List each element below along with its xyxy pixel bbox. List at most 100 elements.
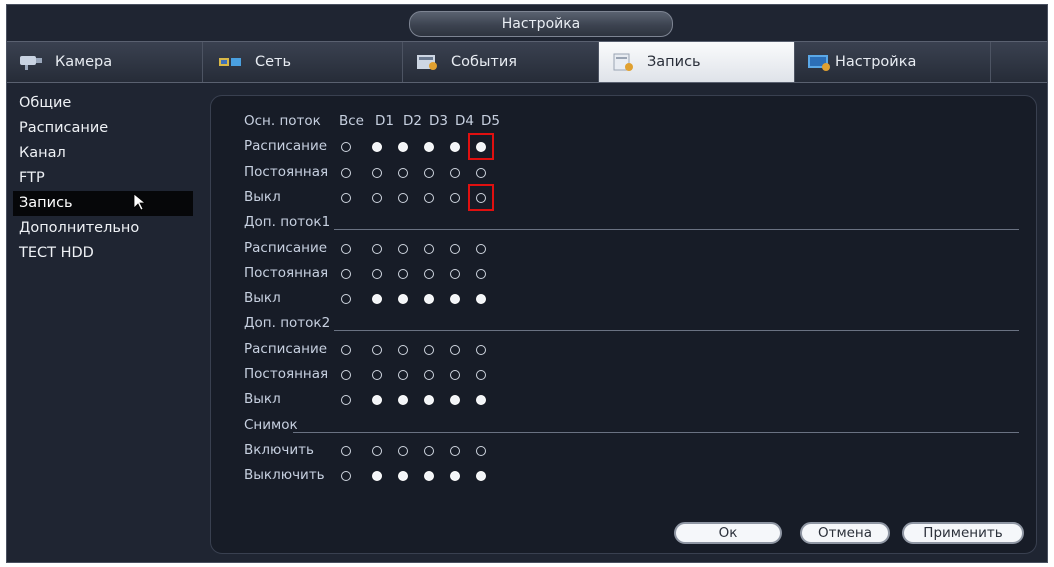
radio-button[interactable]: [424, 167, 434, 178]
radio-button[interactable]: [341, 167, 351, 178]
radio-button[interactable]: [341, 344, 351, 355]
radio-button[interactable]: [372, 142, 382, 153]
radio-button[interactable]: [424, 142, 434, 153]
radio-button[interactable]: [424, 395, 434, 406]
radio-button[interactable]: [424, 243, 434, 254]
apply-button[interactable]: Применить: [902, 522, 1024, 544]
radio-button[interactable]: [450, 142, 460, 153]
radio-button[interactable]: [372, 167, 382, 178]
tab-network[interactable]: Сеть: [207, 42, 403, 82]
radio-button[interactable]: [341, 294, 351, 305]
radio-button[interactable]: [450, 192, 460, 203]
radio-button[interactable]: [424, 294, 434, 305]
radio-button[interactable]: [341, 395, 351, 406]
radio-button[interactable]: [398, 142, 408, 153]
radio-button[interactable]: [476, 395, 486, 406]
record-settings-panel: Осн. поток Все D1 D2 D3 D4 D5 Расписание Постоян…: [210, 95, 1037, 554]
radio-button[interactable]: [372, 243, 382, 254]
radio-button[interactable]: [424, 370, 434, 380]
radio-button[interactable]: [476, 445, 486, 456]
stream-header-label: Осн. поток: [244, 113, 321, 129]
radio-button[interactable]: [450, 294, 460, 305]
radio-button[interactable]: [424, 192, 434, 203]
sidebar-item-schedule[interactable]: Расписание: [13, 116, 193, 141]
radio-button[interactable]: [424, 445, 434, 456]
radio-button[interactable]: [372, 344, 382, 355]
radio-button[interactable]: [450, 243, 460, 254]
row-label: Выкл: [244, 188, 281, 205]
radio-button[interactable]: [450, 445, 460, 456]
settings-window: Настройка Камера Сеть События Запись Нас…: [6, 4, 1048, 563]
radio-button[interactable]: [450, 395, 460, 406]
radio-button[interactable]: [450, 370, 460, 380]
radio-button[interactable]: [450, 344, 460, 355]
section-title: Доп. поток2: [244, 315, 331, 332]
row-label: Постоянная: [244, 264, 329, 281]
radio-button[interactable]: [341, 445, 351, 456]
radio-button[interactable]: [476, 370, 486, 380]
sidebar-item-advanced[interactable]: Дополнительно: [13, 216, 193, 241]
highlight-box: [468, 183, 494, 211]
sidebar-item-hdd-test[interactable]: ТЕСТ HDD: [13, 241, 193, 266]
radio-button[interactable]: [398, 243, 408, 254]
sidebar-item-record[interactable]: Запись: [13, 191, 193, 216]
tab-camera[interactable]: Камера: [7, 42, 203, 82]
radio-button[interactable]: [476, 471, 486, 482]
sidebar-item-label: FTP: [19, 170, 45, 186]
radio-button[interactable]: [372, 445, 382, 456]
radio-button[interactable]: [450, 268, 460, 279]
radio-button[interactable]: [398, 167, 408, 178]
radio-button[interactable]: [372, 395, 382, 406]
tab-record[interactable]: Запись: [599, 42, 795, 82]
tab-label: Камера: [55, 54, 113, 70]
radio-button[interactable]: [372, 268, 382, 279]
radio-button[interactable]: [424, 471, 434, 482]
radio-button[interactable]: [372, 471, 382, 482]
sidebar-item-channel[interactable]: Канал: [13, 141, 193, 166]
settings-icon: [805, 52, 833, 72]
column-header: D1: [375, 113, 394, 129]
radio-button[interactable]: [398, 192, 408, 203]
radio-button[interactable]: [450, 471, 460, 482]
tab-label: Запись: [647, 54, 701, 70]
radio-button[interactable]: [398, 370, 408, 380]
tab-events[interactable]: События: [403, 42, 599, 82]
cancel-button[interactable]: Отмена: [800, 522, 890, 544]
radio-button[interactable]: [341, 142, 351, 153]
radio-button[interactable]: [476, 268, 486, 279]
column-header: D5: [481, 113, 500, 129]
radio-button[interactable]: [398, 471, 408, 482]
radio-button[interactable]: [341, 243, 351, 254]
radio-button[interactable]: [450, 167, 460, 178]
radio-button[interactable]: [476, 294, 486, 305]
radio-button[interactable]: [372, 192, 382, 203]
radio-button[interactable]: [476, 344, 486, 355]
tab-settings[interactable]: Настройка: [795, 42, 991, 82]
radio-button[interactable]: [398, 294, 408, 305]
row-label: Расписание: [244, 239, 328, 256]
radio-button[interactable]: [372, 294, 382, 305]
sidebar-item-ftp[interactable]: FTP: [13, 166, 193, 191]
radio-button[interactable]: [341, 370, 351, 380]
radio-button[interactable]: [372, 370, 382, 380]
radio-button[interactable]: [424, 344, 434, 355]
radio-button[interactable]: [476, 243, 486, 254]
radio-button[interactable]: [341, 192, 351, 203]
radio-button[interactable]: [398, 445, 408, 456]
radio-button[interactable]: [476, 167, 486, 178]
row-label: Расписание: [244, 340, 328, 357]
events-icon: [413, 52, 441, 72]
network-icon: [217, 52, 245, 72]
radio-button[interactable]: [424, 268, 434, 279]
highlight-box: [468, 133, 494, 161]
radio-button[interactable]: [398, 344, 408, 355]
radio-button[interactable]: [341, 471, 351, 482]
section-divider: [334, 229, 1019, 231]
ok-button[interactable]: Ок: [674, 522, 782, 544]
radio-button[interactable]: [341, 268, 351, 279]
radio-button[interactable]: [398, 268, 408, 279]
row-label: Выкл: [244, 391, 281, 408]
sidebar-item-label: Расписание: [19, 120, 109, 136]
radio-button[interactable]: [398, 395, 408, 406]
sidebar-item-general[interactable]: Общие: [13, 91, 193, 116]
